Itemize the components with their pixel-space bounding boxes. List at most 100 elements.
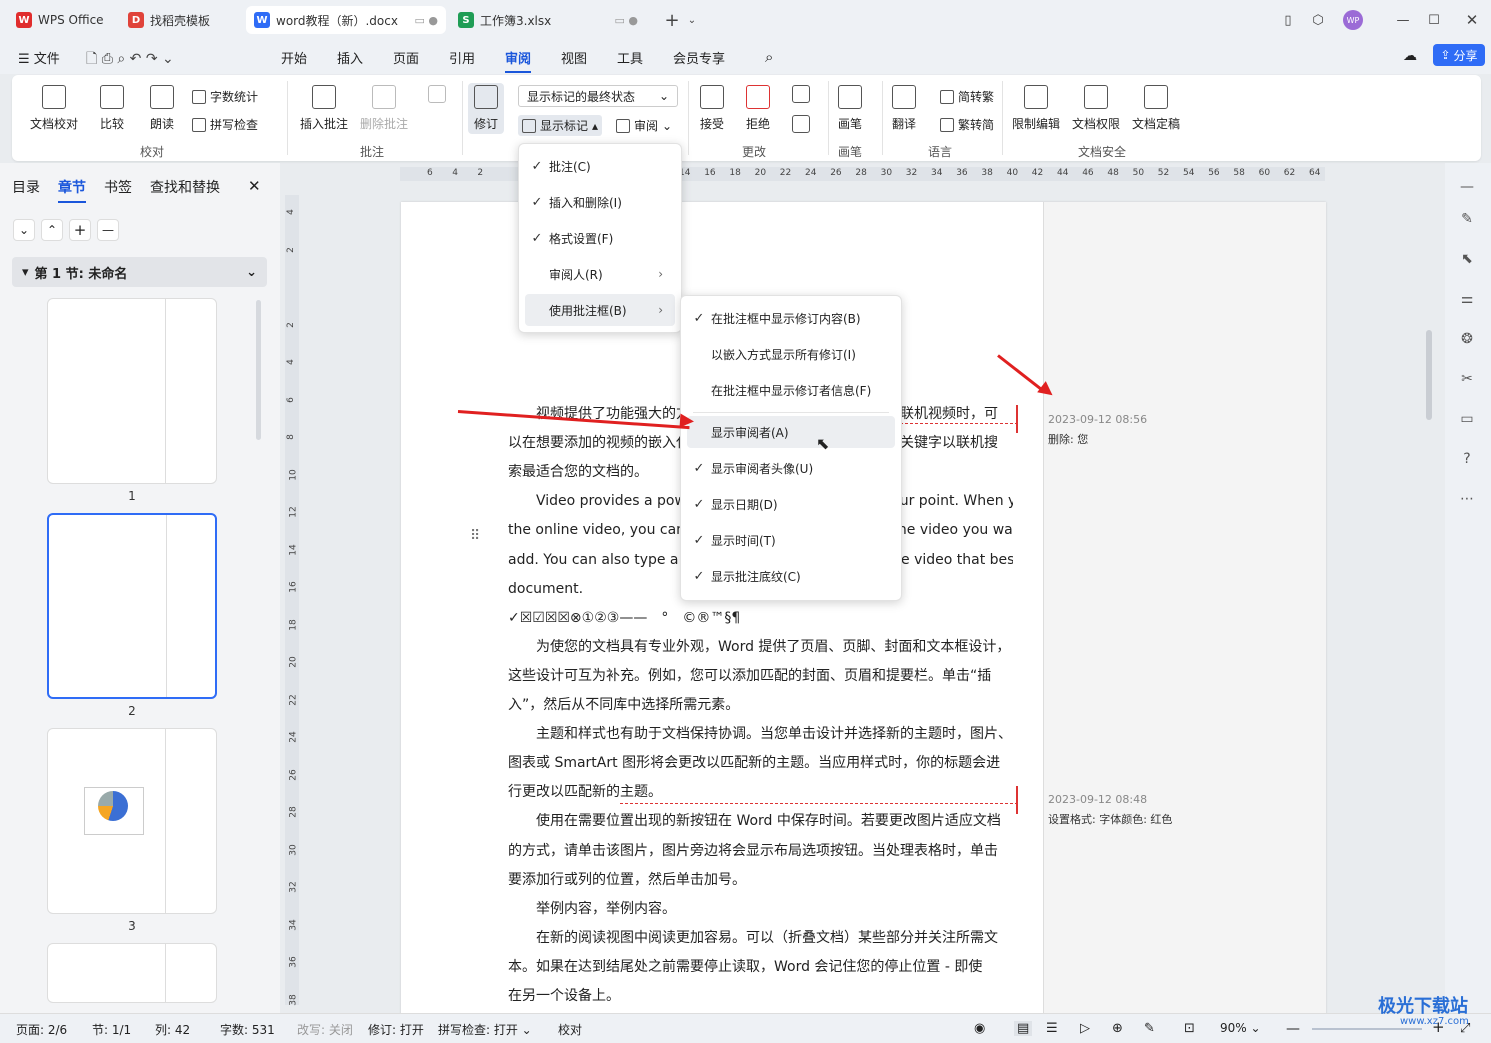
page-thumbnail[interactable] xyxy=(47,513,217,699)
drag-handle-icon[interactable]: ⠿ xyxy=(470,528,480,544)
minus-icon[interactable]: — xyxy=(1457,177,1477,197)
tab-workbook[interactable]: S 工作簿3.xlsx ▭ ● xyxy=(450,6,646,34)
document-line[interactable]: 入”，然后从不同库中选择所需元素。 xyxy=(508,695,1013,715)
menu-review[interactable]: 审阅 xyxy=(505,48,532,73)
insert-comment-button[interactable]: 插入批注 xyxy=(300,85,348,132)
pen-button[interactable]: 画笔 xyxy=(838,85,862,132)
document-line[interactable]: 行更改以匹配新的主题。 xyxy=(508,782,1013,802)
page-thumbnail[interactable] xyxy=(47,943,217,1003)
document-line[interactable]: 要添加行或列的位置，然后单击加号。 xyxy=(508,870,1013,890)
menu-insert[interactable]: 插入 xyxy=(337,48,363,67)
thumbnail-scrollbar[interactable] xyxy=(256,300,261,440)
document-line[interactable]: 在另一个设备上。 xyxy=(508,986,1013,1006)
overwrite-status[interactable]: 改写: 关闭 xyxy=(297,1021,353,1038)
menu-item-show-comment-shading[interactable]: ✓ 显示批注底纹(C) xyxy=(687,560,895,592)
outline-view-icon[interactable]: ☰ xyxy=(1046,1021,1058,1036)
next-change-button[interactable] xyxy=(792,115,810,139)
avatar[interactable]: WP xyxy=(1343,10,1363,30)
tab-sections[interactable]: 章节 xyxy=(58,177,86,203)
remove-icon[interactable]: — xyxy=(97,219,119,241)
book-icon[interactable]: ▭ xyxy=(1457,409,1477,429)
menu-page[interactable]: 页面 xyxy=(393,48,419,67)
maximize-icon[interactable]: ☐ xyxy=(1424,10,1444,30)
document-line[interactable]: ✓☒☑☒☒⊗①②③—— ° ©®™§¶ xyxy=(508,608,1013,628)
trad-to-simp-button[interactable]: 繁转简 xyxy=(940,116,994,133)
simp-to-trad-button[interactable]: 简转繁 xyxy=(940,88,994,105)
restrict-edit-button[interactable]: 限制编辑 xyxy=(1012,85,1060,132)
read-aloud-button[interactable]: 朗读 xyxy=(150,85,174,132)
ai-icon[interactable]: ❂ xyxy=(1457,329,1477,349)
delete-comment-button[interactable]: 删除批注 xyxy=(360,85,408,132)
markup-state-select[interactable]: 显示标记的最终状态 ⌄ xyxy=(518,85,678,107)
help-icon[interactable]: ? xyxy=(1457,449,1477,469)
menu-item-balloons[interactable]: 使用批注框(B) › xyxy=(525,294,675,326)
menu-item-show-reviewer-avatar[interactable]: ✓ 显示审阅者头像(U) xyxy=(687,452,895,484)
word-count-button[interactable]: 字数统计 xyxy=(192,88,258,105)
menu-member[interactable]: 会员专享 xyxy=(673,48,725,67)
document-line[interactable]: 的方式，请单击该图片，图片旁边将会显示布局选项按钮。当处理表格时，单击 xyxy=(508,841,1013,861)
proof-status[interactable]: 校对 xyxy=(558,1021,582,1038)
document-line[interactable]: 本。如果在达到结尾处之前需要停止读取，Word 会记住您的停止位置 - 即使 xyxy=(508,957,1013,977)
menu-item-show-reviser-info[interactable]: 在批注框中显示修订者信息(F) xyxy=(687,374,895,406)
menu-item-show-time[interactable]: ✓ 显示时间(T) xyxy=(687,524,895,556)
menu-item-show-date[interactable]: ✓ 显示日期(D) xyxy=(687,488,895,520)
document-line[interactable]: 图表或 SmartArt 图形将会更改以匹配新的主题。当应用样式时，你的标题会进 xyxy=(508,753,1013,773)
adjust-icon[interactable]: ⚌ xyxy=(1457,289,1477,309)
document-line[interactable]: 使用在需要位置出现的新按钮在 Word 中保存时间。若要更改图片适应文档 xyxy=(508,811,1013,831)
tab-bookmarks[interactable]: 书签 xyxy=(104,177,132,197)
page-thumbnail[interactable] xyxy=(47,728,217,914)
cloud-icon[interactable]: ☁ xyxy=(1403,48,1417,64)
scrollbar[interactable] xyxy=(1426,330,1432,420)
tab-toc[interactable]: 目录 xyxy=(12,177,40,197)
document-line[interactable]: 在新的阅读视图中阅读更加容易。可以（折叠文档）某些部分并关注所需文 xyxy=(508,928,1013,948)
chevron-down-icon[interactable]: ⌄ xyxy=(13,219,35,241)
quick-access-icons[interactable]: 🗋 ⎙ ⌕ ↶ ↷ ⌄ xyxy=(86,48,174,72)
menu-item-show-revisions-in-balloons[interactable]: ✓ 在批注框中显示修订内容(B) xyxy=(687,302,895,334)
document-line[interactable]: 举例内容，举例内容。 xyxy=(508,899,1013,919)
menu-item-inline-revisions[interactable]: 以嵌入方式显示所有修订(I) xyxy=(687,338,895,370)
page-view-icon[interactable]: ▤ xyxy=(1014,1021,1033,1036)
vertical-ruler[interactable]: 4 2 2 4 6 8 10 12 14 16 18 20 22 24 26 28 30 32 34 36 38 xyxy=(285,195,299,1005)
play-icon[interactable]: ▷ xyxy=(1080,1021,1090,1036)
menu-item-formatting[interactable]: ✓ 格式设置(F) xyxy=(525,222,675,254)
menu-item-insert-delete[interactable]: ✓ 插入和删除(I) xyxy=(525,186,675,218)
spell-check-button[interactable]: 拼写检查 xyxy=(192,116,258,133)
tab-find-replace[interactable]: 查找和替换 xyxy=(150,177,220,197)
doc-check-button[interactable]: 文档校对 xyxy=(30,85,78,132)
review-pane-button[interactable]: 审阅 ⌄ xyxy=(616,117,672,134)
cube-icon[interactable]: ⬡ xyxy=(1308,10,1328,30)
fit-icon[interactable]: ⊡ xyxy=(1184,1021,1195,1036)
menu-tools[interactable]: 工具 xyxy=(617,48,643,67)
menu-reference[interactable]: 引用 xyxy=(449,48,475,67)
add-icon[interactable]: + xyxy=(69,219,91,241)
translate-button[interactable]: 翻译 xyxy=(892,85,916,132)
compare-button[interactable]: 比较 xyxy=(100,85,124,132)
doc-permission-button[interactable]: 文档权限 xyxy=(1072,85,1120,132)
page-status[interactable]: 页面: 2/6 xyxy=(16,1021,67,1038)
layout-icon[interactable]: ▯ xyxy=(1278,10,1298,30)
reject-button[interactable]: 拒绝 xyxy=(746,85,770,132)
word-count-status[interactable]: 字数: 531 xyxy=(220,1021,275,1038)
tools-icon[interactable]: ✂ xyxy=(1457,369,1477,389)
prev-change-button[interactable] xyxy=(792,85,810,109)
menu-home[interactable]: 开始 xyxy=(281,48,307,67)
prev-comment-button[interactable] xyxy=(428,85,446,109)
revise-status[interactable]: 修订: 打开 xyxy=(368,1021,424,1038)
doc-final-button[interactable]: 文档定稿 xyxy=(1132,85,1180,132)
zoom-slider[interactable] xyxy=(1312,1028,1422,1030)
accept-button[interactable]: 接受 xyxy=(700,85,724,132)
close-icon[interactable]: ✕ xyxy=(248,177,261,195)
file-menu[interactable]: ☰ 文件 xyxy=(18,48,60,67)
section-item[interactable]: ▾ 第 1 节: 未命名 ⌄ xyxy=(12,257,267,287)
chevron-down-icon[interactable]: ⌄ xyxy=(682,10,702,30)
tab-templates[interactable]: D 找稻壳模板 xyxy=(120,6,242,34)
menu-item-comments[interactable]: ✓ 批注(C) xyxy=(525,150,675,182)
show-markup-button[interactable]: 显示标记 ▴ xyxy=(518,115,603,136)
zoom-level[interactable]: 90% ⌄ xyxy=(1220,1021,1261,1035)
pen-icon[interactable]: ✎ xyxy=(1144,1021,1155,1036)
menu-item-reviewers[interactable]: 审阅人(R) › xyxy=(525,258,675,290)
pen-icon[interactable]: ✎ xyxy=(1457,209,1477,229)
cursor-icon[interactable]: ⬉ xyxy=(1457,249,1477,269)
zoom-out-icon[interactable]: — xyxy=(1286,1021,1300,1037)
share-button[interactable]: ⇪ 分享 xyxy=(1433,44,1485,66)
